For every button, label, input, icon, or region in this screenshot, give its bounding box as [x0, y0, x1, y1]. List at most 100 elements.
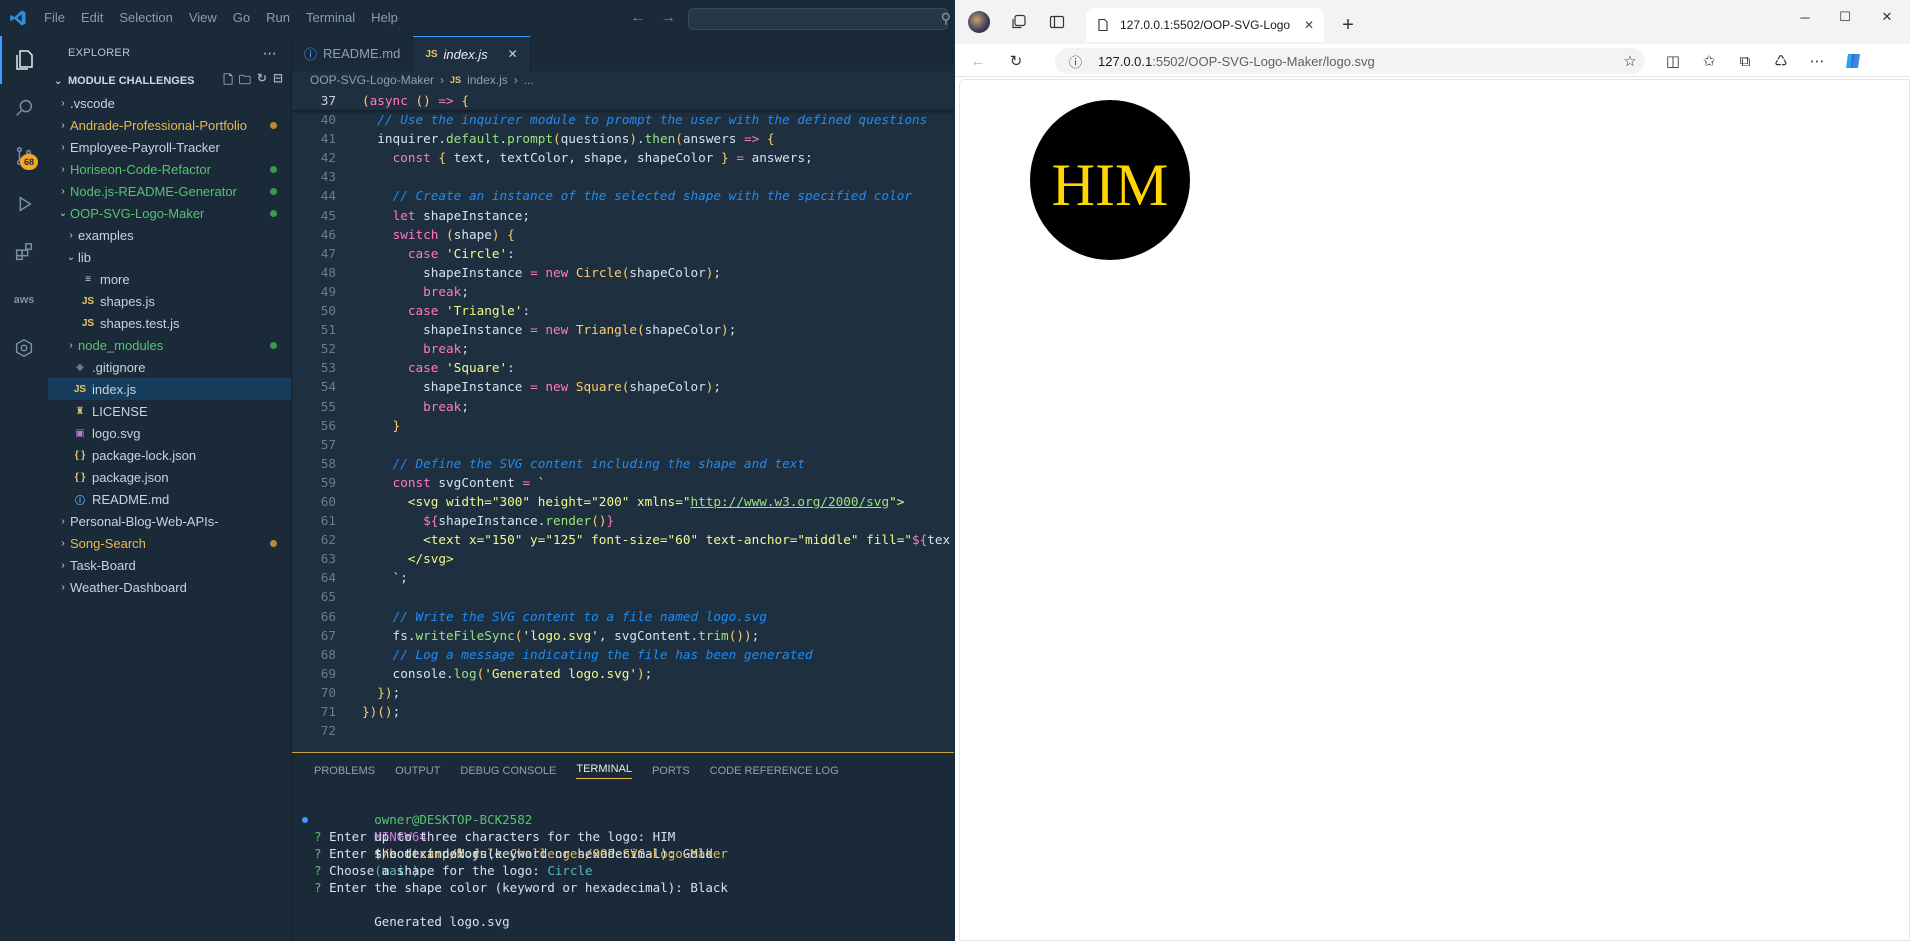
- tree-item-task-board[interactable]: › Task-Board: [48, 554, 291, 576]
- menu-item-run[interactable]: Run: [258, 0, 298, 36]
- explorer-icon[interactable]: [0, 36, 48, 84]
- terminal[interactable]: owner@DESKTOP-BCK2582 MINGW64 ~/bootcamp…: [292, 788, 954, 929]
- code-line[interactable]: 54 shapeInstance = new Square(shapeColor…: [292, 377, 954, 396]
- code-line[interactable]: 55 break;: [292, 397, 954, 416]
- tree-item-more[interactable]: ≡ more: [48, 268, 291, 290]
- menu-item-edit[interactable]: Edit: [73, 0, 111, 36]
- browser-tab[interactable]: 127.0.0.1:5502/OOP-SVG-Logo-M ✕: [1086, 8, 1324, 42]
- tree-item-node-modules[interactable]: › node_modules: [48, 334, 291, 356]
- tab-readme[interactable]: ⓘ README.md: [292, 36, 414, 71]
- minimize-icon[interactable]: ─: [1785, 0, 1825, 34]
- panel-tab-problems[interactable]: PROBLEMS: [314, 765, 375, 777]
- back-icon[interactable]: ←: [965, 48, 991, 74]
- workspaces-icon[interactable]: [1005, 8, 1033, 36]
- aws-icon[interactable]: aws: [0, 276, 48, 324]
- favorites-icon[interactable]: ✩: [1696, 48, 1722, 74]
- code-line[interactable]: 42 const { text, textColor, shape, shape…: [292, 148, 954, 167]
- close-icon[interactable]: ✕: [508, 47, 518, 61]
- tree-item-personal-blog-web-apis[interactable]: › Personal-Blog-Web-APIs-: [48, 510, 291, 532]
- profile-avatar[interactable]: [965, 8, 993, 36]
- forward-arrow-icon[interactable]: →: [660, 9, 676, 27]
- split-screen-icon[interactable]: ◫: [1660, 48, 1686, 74]
- command-center-search[interactable]: ⚲: [688, 8, 951, 30]
- code-line[interactable]: 49 break;: [292, 282, 954, 301]
- code-line[interactable]: 56 }: [292, 416, 954, 435]
- extensions-icon[interactable]: [0, 228, 48, 276]
- tab-index-js[interactable]: JS index.js ✕: [413, 36, 531, 71]
- more-actions-icon[interactable]: ⋯: [263, 45, 277, 62]
- panel-tab-ports[interactable]: PORTS: [652, 765, 690, 777]
- copilot-icon[interactable]: [1840, 48, 1866, 74]
- tree-item-weather-dashboard[interactable]: › Weather-Dashboard: [48, 576, 291, 598]
- code-line[interactable]: 44 // Create an instance of the selected…: [292, 186, 954, 205]
- menu-item-view[interactable]: View: [181, 0, 225, 36]
- address-bar[interactable]: ⓘ 127.0.0.1:5502/OOP-SVG-Logo-Maker/logo…: [1055, 48, 1645, 74]
- code-line[interactable]: 52 break;: [292, 339, 954, 358]
- extensions-icon[interactable]: ♺: [1768, 48, 1794, 74]
- menu-item-help[interactable]: Help: [363, 0, 406, 36]
- tree-item-package-lock-json[interactable]: { } package-lock.json: [48, 444, 291, 466]
- tree-item-lib[interactable]: ⌄ lib: [48, 246, 291, 268]
- code-line[interactable]: 58 // Define the SVG content including t…: [292, 454, 954, 473]
- workspace-section[interactable]: ⌄ MODULE CHALLENGES 🗋 🗀 ↻ ⊟: [48, 70, 291, 92]
- menu-item-selection[interactable]: Selection: [111, 0, 180, 36]
- tree-item-index-js[interactable]: JS index.js: [48, 378, 291, 400]
- back-arrow-icon[interactable]: ←: [630, 9, 646, 27]
- tree-item-employee-payroll-tracker[interactable]: › Employee-Payroll-Tracker: [48, 136, 291, 158]
- code-line[interactable]: 43: [292, 167, 954, 186]
- code-line[interactable]: 68 // Log a message indicating the file …: [292, 645, 954, 664]
- tree-item-shapes-test-js[interactable]: JS shapes.test.js: [48, 312, 291, 334]
- search-icon[interactable]: [0, 84, 48, 132]
- code-line[interactable]: 61 ${shapeInstance.render()}: [292, 511, 954, 530]
- tree-item-gitignore[interactable]: ◆ .gitignore: [48, 356, 291, 378]
- code-line[interactable]: 63 </svg>: [292, 549, 954, 568]
- code-line[interactable]: 53 case 'Square':: [292, 358, 954, 377]
- favorite-star-icon[interactable]: ☆: [1617, 48, 1643, 74]
- tree-item-readme-md[interactable]: ⓘ README.md: [48, 488, 291, 510]
- refresh-icon[interactable]: ↻: [1003, 48, 1029, 74]
- collections-icon[interactable]: ⧉: [1732, 48, 1758, 74]
- new-folder-icon[interactable]: 🗀: [239, 71, 251, 92]
- code-line[interactable]: 67 fs.writeFileSync('logo.svg', svgConte…: [292, 626, 954, 645]
- settings-more-icon[interactable]: ⋯: [1804, 48, 1830, 74]
- sticky-scroll-line[interactable]: 37 (async () => {: [292, 91, 954, 111]
- code-line[interactable]: 51 shapeInstance = new Triangle(shapeCol…: [292, 320, 954, 339]
- vertical-tabs-icon[interactable]: [1043, 8, 1071, 36]
- code-line[interactable]: 69 console.log('Generated logo.svg');: [292, 664, 954, 683]
- code-line[interactable]: 48 shapeInstance = new Circle(shapeColor…: [292, 263, 954, 282]
- menu-item-terminal[interactable]: Terminal: [298, 0, 363, 36]
- tree-item-oop-svg-logo-maker[interactable]: ⌄ OOP-SVG-Logo-Maker: [48, 202, 291, 224]
- code-line[interactable]: 71})();: [292, 702, 954, 721]
- code-line[interactable]: 41 inquirer.default.prompt(questions).th…: [292, 129, 954, 148]
- code-line[interactable]: 50 case 'Triangle':: [292, 301, 954, 320]
- code-line[interactable]: 59 const svgContent = `: [292, 473, 954, 492]
- code-line[interactable]: 60 <svg width="300" height="200" xmlns="…: [292, 492, 954, 511]
- tree-item-vscode[interactable]: › .vscode: [48, 92, 291, 114]
- panel-tab-terminal[interactable]: TERMINAL: [576, 763, 632, 779]
- panel-tab-output[interactable]: OUTPUT: [395, 765, 440, 777]
- new-tab-icon[interactable]: +: [1333, 8, 1363, 42]
- tree-item-song-search[interactable]: › Song-Search: [48, 532, 291, 554]
- new-file-icon[interactable]: 🗋: [223, 71, 233, 92]
- code-line[interactable]: 40 // Use the inquirer module to prompt …: [292, 110, 954, 129]
- maximize-icon[interactable]: ☐: [1825, 0, 1865, 34]
- tree-item-license[interactable]: ♜ LICENSE: [48, 400, 291, 422]
- tree-item-shapes-js[interactable]: JS shapes.js: [48, 290, 291, 312]
- menu-item-file[interactable]: File: [36, 0, 73, 36]
- site-info-icon[interactable]: ⓘ: [1069, 52, 1082, 71]
- tree-item-node-js-readme-generator[interactable]: › Node.js-README-Generator: [48, 180, 291, 202]
- breadcrumb-symbol[interactable]: ...: [524, 73, 534, 87]
- close-tab-icon[interactable]: ✕: [1304, 18, 1314, 32]
- window-close-icon[interactable]: ✕: [1867, 0, 1907, 34]
- code-line[interactable]: 62 <text x="150" y="125" font-size="60" …: [292, 530, 954, 549]
- tree-item-logo-svg[interactable]: ▣ logo.svg: [48, 422, 291, 444]
- code-line[interactable]: 72: [292, 721, 954, 740]
- collapse-all-icon[interactable]: ⊟: [273, 71, 283, 92]
- code-line[interactable]: 46 switch (shape) {: [292, 225, 954, 244]
- code-line[interactable]: 45 let shapeInstance;: [292, 206, 954, 225]
- panel-tab-debug-console[interactable]: DEBUG CONSOLE: [460, 765, 556, 777]
- menu-item-go[interactable]: Go: [225, 0, 258, 36]
- code-line[interactable]: 64 `;: [292, 568, 954, 587]
- run-debug-icon[interactable]: [0, 180, 48, 228]
- code-line[interactable]: 66 // Write the SVG content to a file na…: [292, 607, 954, 626]
